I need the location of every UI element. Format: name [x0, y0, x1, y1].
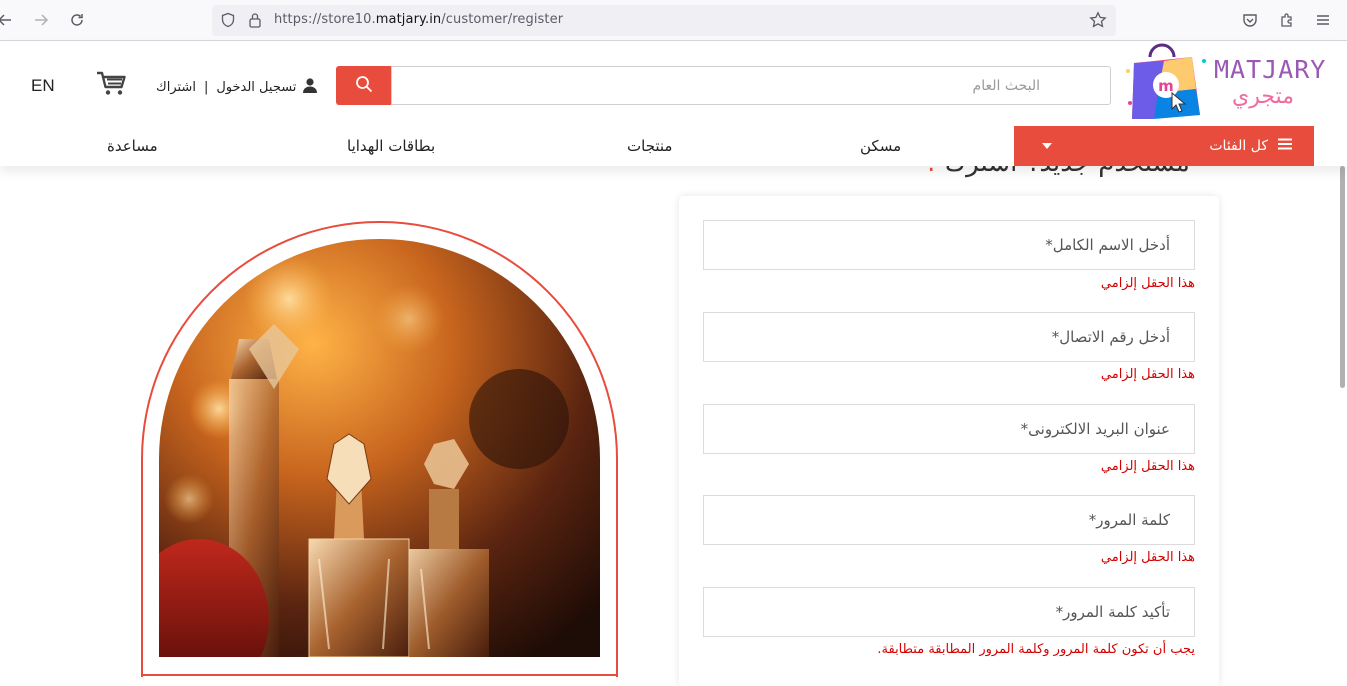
language-toggle[interactable]: EN — [31, 76, 55, 96]
confirm-password-field[interactable]: تأكيد كلمة المرور* — [703, 587, 1195, 637]
address-bar[interactable]: https://store10.matjary.in/customer/regi… — [212, 5, 1116, 36]
url-text: https://store10.matjary.in/customer/regi… — [274, 12, 563, 27]
user-icon — [302, 77, 318, 97]
caret-down-icon — [1042, 143, 1052, 149]
full-name-error: هذا الحقل إلزامي — [1100, 276, 1195, 291]
signup-label[interactable]: اشتراك — [156, 80, 196, 95]
separator: | — [203, 79, 209, 95]
all-categories-label: كل الفئات — [1209, 138, 1268, 154]
hamburger-icon — [1278, 138, 1292, 154]
login-signup-link[interactable]: تسجيل الدخول | اشتراك — [156, 77, 318, 97]
nav-item-help[interactable]: مساعدة — [107, 137, 158, 155]
nav-item-products[interactable]: منتجات — [627, 137, 672, 155]
matjary-logo[interactable]: m MATJARY متجري — [1124, 41, 1327, 123]
all-categories-button[interactable]: كل الفئات — [1014, 126, 1314, 166]
back-arrow-icon[interactable] — [0, 9, 16, 31]
browser-toolbar: https://store10.matjary.in/customer/regi… — [0, 0, 1347, 41]
reload-icon[interactable] — [66, 9, 88, 31]
url-domain: matjary.in — [375, 12, 442, 27]
logo-text-en: MATJARY — [1214, 55, 1327, 84]
search-input[interactable] — [391, 66, 1111, 105]
cart-icon[interactable] — [96, 71, 128, 97]
url-path: /customer/register — [441, 12, 564, 27]
registration-form: أدخل الاسم الكامل* هذا الحقل إلزامي أدخل… — [679, 196, 1219, 686]
password-error: هذا الحقل إلزامي — [1100, 550, 1195, 565]
email-field[interactable]: عنوان البريد الالكترونى* — [703, 404, 1195, 454]
app-menu-icon[interactable] — [1312, 9, 1334, 31]
shopping-bag-logo-icon: m — [1126, 43, 1206, 119]
lock-icon[interactable] — [248, 12, 262, 32]
url-prefix: https://store10. — [274, 12, 376, 27]
nav-item-gift-cards[interactable]: بطاقات الهدايا — [347, 137, 435, 155]
email-error: هذا الحقل إلزامي — [1100, 459, 1195, 474]
logo-text-ar: متجري — [1232, 84, 1294, 109]
forward-arrow-icon[interactable] — [30, 9, 52, 31]
password-field[interactable]: كلمة المرور* — [703, 495, 1195, 545]
nav-item-home[interactable]: مسكن — [860, 137, 901, 155]
shield-icon[interactable] — [220, 12, 236, 32]
confirm-password-error: يجب أن تكون كلمة المرور وكلمة المرور الم… — [877, 642, 1195, 657]
page-scrollbar[interactable] — [1340, 166, 1345, 388]
phone-field[interactable]: أدخل رقم الاتصال* — [703, 312, 1195, 362]
extensions-puzzle-icon[interactable] — [1276, 9, 1298, 31]
search-button[interactable] — [336, 66, 392, 105]
full-name-field[interactable]: أدخل الاسم الكامل* — [703, 220, 1195, 270]
perfume-bottles-image — [159, 239, 600, 657]
search-icon — [355, 75, 373, 97]
svg-text:m: m — [1158, 77, 1174, 95]
site-header: EN تسجيل الدخول | اشتراك m MATJARY متجري — [0, 41, 1347, 166]
pocket-icon[interactable] — [1239, 9, 1261, 31]
login-label[interactable]: تسجيل الدخول — [216, 80, 296, 95]
phone-error: هذا الحقل إلزامي — [1100, 367, 1195, 382]
star-icon[interactable] — [1089, 11, 1107, 33]
